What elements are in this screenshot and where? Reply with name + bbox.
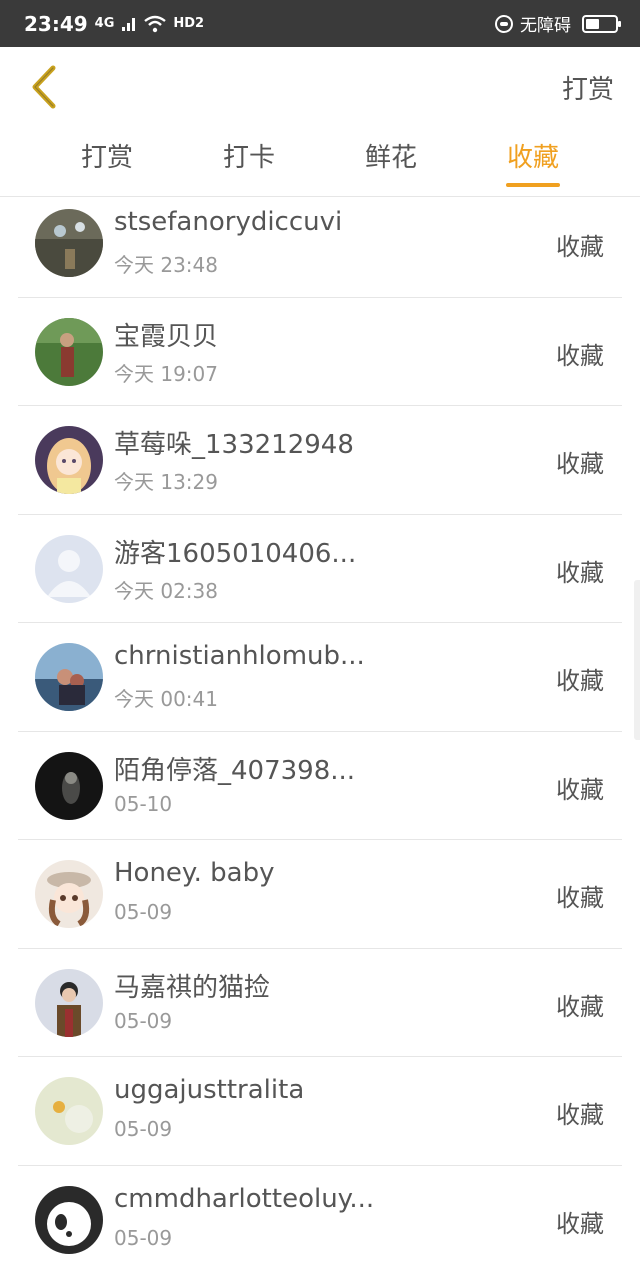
timestamp: 05-09	[114, 1225, 173, 1250]
status-time: 23:49	[24, 11, 88, 36]
avatar[interactable]	[35, 860, 103, 928]
tab-flowers[interactable]: 鲜花	[331, 137, 451, 193]
battery-icon	[582, 14, 621, 33]
tab-label: 打卡	[222, 143, 275, 173]
chevron-left-icon	[32, 65, 56, 109]
user-name: chrnistianhlomub...	[114, 641, 365, 671]
accessibility-label: 无障碍	[520, 16, 571, 36]
list-item[interactable]: chrnistianhlomub... 今天 00:41 收藏	[18, 623, 622, 732]
avatar[interactable]	[35, 1077, 103, 1145]
avatar[interactable]	[35, 751, 103, 820]
tab-label: 打赏	[80, 143, 133, 173]
tab-bar: 打赏 打卡 鲜花 收藏	[0, 127, 640, 197]
user-name: 游客1605010406...	[114, 538, 357, 569]
user-name: stsefanorydiccuvi	[114, 207, 343, 237]
battery-level	[586, 18, 599, 29]
avatar[interactable]	[35, 426, 103, 494]
list-item[interactable]: 宝霞贝贝 今天 19:07 收藏	[18, 298, 622, 406]
user-name: uggajusttralita	[114, 1075, 305, 1105]
list-item[interactable]: 草莓哚_133212948 今天 13:29 收藏	[18, 406, 622, 515]
list-item[interactable]: 游客1605010406... 今天 02:38 收藏	[18, 515, 622, 623]
list-item[interactable]: 马嘉祺的猫捡 05-09 收藏	[18, 949, 622, 1057]
user-name: 草莓哚_133212948	[114, 430, 354, 460]
accessibility-icon	[495, 14, 513, 33]
network-indicator: 4G	[94, 16, 115, 31]
list-item[interactable]: Honey. baby 05-09 收藏	[18, 840, 622, 949]
tab-reward[interactable]: 打赏	[47, 137, 167, 193]
list-item[interactable]: 陌角停落_407398... 05-10 收藏	[18, 732, 622, 840]
avatar[interactable]	[35, 1185, 103, 1254]
timestamp: 05-09	[114, 1117, 173, 1141]
status-right: 无障碍	[495, 11, 621, 36]
timestamp: 今天 00:41	[114, 687, 218, 711]
timestamp: 05-10	[114, 791, 173, 816]
action-label: 收藏	[556, 667, 604, 695]
status-bar: 23:49 4G HD2 无障碍	[0, 0, 640, 47]
timestamp: 今天 23:48	[114, 253, 218, 277]
top-header: 打赏	[0, 47, 640, 127]
timestamp: 今天 02:38	[114, 578, 218, 603]
scroll-handle[interactable]	[634, 580, 640, 740]
avatar[interactable]	[35, 643, 103, 711]
wifi-icon	[144, 15, 167, 32]
action-label: 收藏	[556, 992, 604, 1021]
action-label: 收藏	[556, 1209, 604, 1238]
tab-favorites[interactable]: 收藏	[473, 137, 593, 193]
avatar[interactable]	[35, 317, 103, 386]
action-label: 收藏	[556, 884, 604, 912]
action-label: 收藏	[556, 233, 604, 261]
tab-checkin[interactable]: 打卡	[189, 137, 309, 193]
list-item[interactable]: cmmdharlotteoluy... 05-09 收藏	[18, 1166, 622, 1264]
avatar[interactable]	[35, 209, 103, 277]
timestamp: 05-09	[114, 900, 173, 924]
favorites-list: stsefanorydiccuvi 今天 23:48 收藏 宝霞贝贝 今天 19…	[18, 189, 622, 1264]
user-name: 马嘉祺的猫捡	[114, 972, 271, 1003]
user-name: 陌角停落_407398...	[114, 755, 356, 786]
avatar[interactable]	[35, 968, 103, 1037]
action-label: 收藏	[556, 558, 604, 587]
action-label: 收藏	[556, 1101, 604, 1129]
tab-label: 收藏	[506, 143, 559, 173]
timestamp: 今天 13:29	[114, 470, 218, 494]
back-button[interactable]	[24, 62, 64, 112]
signal-icon	[122, 17, 136, 31]
hd-indicator: HD2	[173, 16, 205, 31]
user-name: 宝霞贝贝	[114, 321, 219, 352]
reward-header-button[interactable]: 打赏	[562, 69, 614, 106]
status-left: 23:49 4G HD2	[24, 12, 204, 36]
tab-label: 鲜花	[364, 143, 417, 173]
action-label: 收藏	[556, 341, 604, 370]
list-item[interactable]: uggajusttralita 05-09 收藏	[18, 1057, 622, 1166]
action-label: 收藏	[556, 775, 604, 804]
timestamp: 05-09	[114, 1008, 173, 1033]
user-name: Honey. baby	[114, 858, 275, 888]
action-label: 收藏	[556, 450, 604, 478]
timestamp: 今天 19:07	[114, 361, 218, 386]
default-avatar[interactable]	[35, 534, 103, 603]
active-tab-indicator	[506, 183, 560, 187]
user-name: cmmdharlotteoluy...	[114, 1183, 375, 1214]
list-item[interactable]: stsefanorydiccuvi 今天 23:48 收藏	[18, 189, 622, 298]
